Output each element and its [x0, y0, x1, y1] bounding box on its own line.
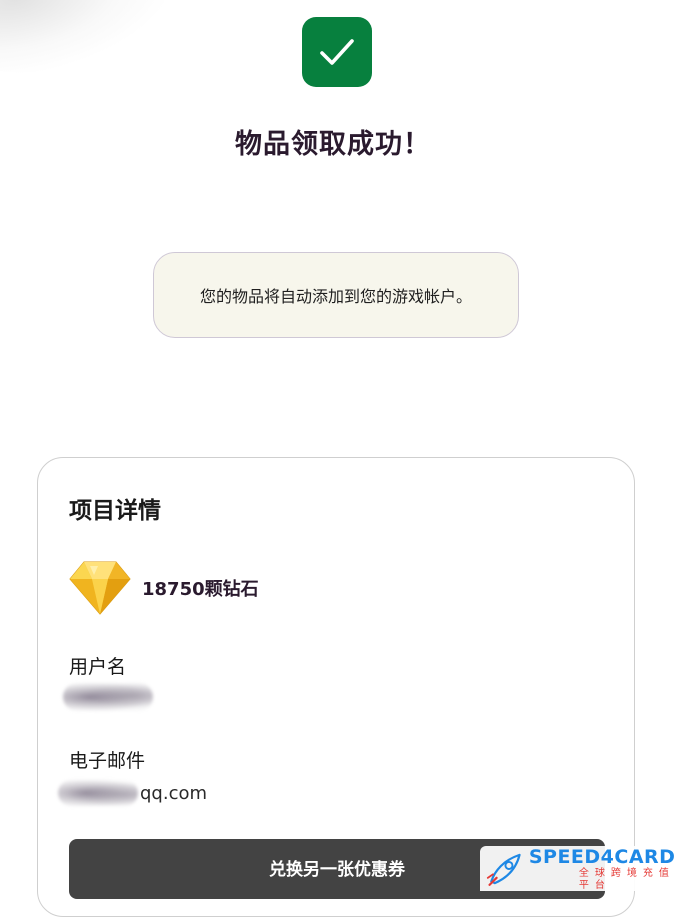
success-title: 物品领取成功！: [235, 129, 431, 160]
watermark-brand: SPEED4CARD: [528, 845, 676, 868]
watermark-tagline: 全球跨境充值平台: [578, 867, 675, 891]
auto-add-notice: 您的物品将自动添加到您的游戏帐户。: [153, 252, 519, 338]
username-value-redacted: [63, 683, 153, 711]
diamond-gem-icon: [69, 561, 131, 615]
reward-item: 18750颗钻石: [68, 558, 259, 618]
username-label: 用户名: [69, 656, 127, 678]
check-icon: [320, 39, 354, 65]
success-check-badge: [302, 17, 372, 87]
rocket-icon: [486, 853, 521, 886]
speed4card-watermark: SPEED4CARD 全球跨境充值平台: [480, 846, 686, 891]
email-value: qq.com: [58, 780, 207, 806]
auto-add-notice-text: 您的物品将自动添加到您的游戏帐户。: [199, 287, 472, 306]
email-label: 电子邮件: [69, 750, 146, 772]
email-local-part-redacted: [58, 780, 138, 806]
corner-smudge: [0, 0, 190, 91]
details-heading: 项目详情: [69, 498, 161, 524]
reward-item-name: 18750颗钻石: [142, 579, 259, 600]
email-domain: qq.com: [140, 782, 208, 804]
